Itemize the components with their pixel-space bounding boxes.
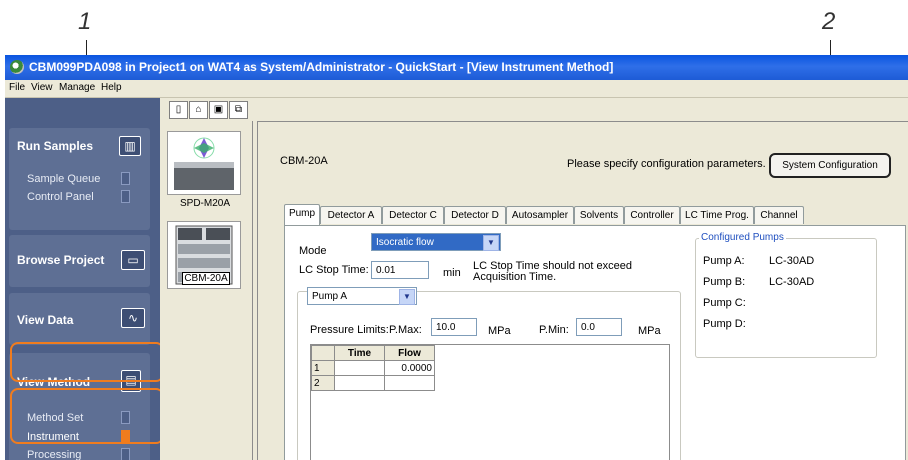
system-configuration-button[interactable]: System Configuration: [769, 153, 891, 178]
lc-stop-time-note: LC Stop Time should not exceed Acquisiti…: [473, 260, 632, 283]
instrument-list: SPD-M20A CBM-20A: [160, 121, 253, 460]
table-header-row: Time Flow: [311, 345, 435, 361]
lc-stop-time-input[interactable]: 0.01: [371, 261, 429, 279]
nav-view-data-label: View Data: [17, 313, 74, 327]
pmax-label: P.Max:: [389, 324, 422, 336]
time-cell[interactable]: [334, 360, 385, 376]
menu-help[interactable]: Help: [101, 82, 122, 93]
pump-a-value: LC-30AD: [769, 255, 815, 267]
time-program-table: Time Flow 1 0.0000 2: [311, 345, 435, 391]
app-icon: [10, 60, 24, 74]
vials-icon: ▥: [119, 136, 141, 156]
config-prompt: Please specify configuration parameters.: [567, 158, 766, 170]
pmin-label: P.Min:: [539, 324, 569, 336]
nav-item-processing[interactable]: Processing: [27, 449, 81, 460]
corner-cell: [311, 345, 335, 361]
tab-autosampler[interactable]: Autosampler: [506, 206, 574, 224]
tab-detector-a[interactable]: Detector A: [320, 206, 382, 224]
mode-select[interactable]: Isocratic flow ▼: [371, 233, 501, 251]
flow-cell[interactable]: 0.0000: [384, 360, 435, 376]
pressure-limits-label: Pressure Limits:: [310, 324, 389, 336]
menu-bar: File View Manage Help: [5, 80, 908, 98]
pump-tab-panel: Mode Isocratic flow ▼ LC Stop Time: 0.01…: [284, 225, 906, 460]
tab-lc-time-prog[interactable]: LC Time Prog.: [680, 206, 754, 224]
nav-browse-project-label: Browse Project: [17, 253, 105, 267]
menu-manage[interactable]: Manage: [59, 82, 95, 93]
nav-run-samples[interactable]: Run Samples ▥ Sample Queue Control Panel: [9, 128, 150, 230]
tab-controller[interactable]: Controller: [624, 206, 680, 224]
pump-b-value: LC-30AD: [769, 276, 815, 288]
mode-value: Isocratic flow: [376, 237, 434, 248]
new-file-icon[interactable]: ▯: [169, 101, 188, 119]
folder-icon: ▭: [121, 250, 145, 270]
instrument-label-spd-m20a[interactable]: SPD-M20A: [166, 198, 244, 209]
pmax-input[interactable]: 10.0: [431, 318, 477, 336]
pump-chevron-down-icon[interactable]: ▼: [399, 289, 415, 305]
pmin-input[interactable]: 0.0: [576, 318, 622, 336]
lc-stop-time-unit: min: [443, 267, 461, 279]
open-folder-icon[interactable]: ⌂: [189, 101, 208, 119]
nav-item-control-panel[interactable]: Control Panel: [27, 191, 94, 203]
spd-m20a-device-icon: [174, 137, 234, 190]
table-row: 2: [311, 375, 435, 391]
instrument-label-cbm-20a[interactable]: CBM-20A: [182, 272, 230, 285]
nav-view-data[interactable]: View Data ∿: [9, 293, 150, 345]
application-window: CBM099PDA098 in Project1 on WAT4 as Syst…: [5, 55, 908, 460]
tab-detector-c[interactable]: Detector C: [382, 206, 444, 224]
instrument-highlight: [10, 388, 164, 444]
lc-stop-time-label: LC Stop Time:: [299, 264, 369, 276]
processing-indicator: [121, 448, 130, 460]
chevron-down-icon[interactable]: ▼: [483, 235, 499, 251]
pump-b-label: Pump B:: [703, 276, 746, 288]
tab-channel[interactable]: Channel: [754, 206, 804, 224]
callout-1: 1: [78, 8, 92, 35]
pump-select[interactable]: Pump A ▼: [307, 287, 417, 305]
spd-m20a-image[interactable]: [167, 131, 241, 195]
save-all-icon[interactable]: ⧉: [229, 101, 248, 119]
menu-file[interactable]: File: [9, 82, 25, 93]
pump-a-label: Pump A:: [703, 255, 745, 267]
pmin-unit: MPa: [638, 325, 661, 337]
chromatogram-icon: ∿: [121, 308, 145, 328]
table-row: 1 0.0000: [311, 360, 435, 376]
tab-solvents[interactable]: Solvents: [574, 206, 624, 224]
title-bar: CBM099PDA098 in Project1 on WAT4 as Syst…: [5, 55, 908, 80]
toolbar: ▯ ⌂ ▣ ⧉: [160, 98, 908, 120]
navigation-panel: Run Samples ▥ Sample Queue Control Panel…: [5, 98, 164, 460]
callout-2: 2: [822, 8, 836, 35]
window-title: CBM099PDA098 in Project1 on WAT4 as Syst…: [29, 60, 614, 74]
nav-run-samples-label: Run Samples: [17, 139, 94, 153]
sample-queue-indicator: [121, 172, 130, 185]
configured-pumps-title: Configured Pumps: [699, 232, 786, 243]
tab-detector-d[interactable]: Detector D: [444, 206, 506, 224]
menu-view[interactable]: View: [31, 82, 53, 93]
pump-d-label: Pump D:: [703, 318, 746, 330]
nav-item-sample-queue[interactable]: Sample Queue: [27, 173, 100, 185]
save-icon[interactable]: ▣: [209, 101, 228, 119]
tab-pump[interactable]: Pump: [284, 204, 320, 225]
view-method-highlight: [10, 342, 164, 382]
column-header-flow: Flow: [384, 345, 435, 361]
column-header-time: Time: [334, 345, 385, 361]
row-number: 2: [311, 375, 335, 391]
flow-cell[interactable]: [384, 375, 435, 391]
module-name: CBM-20A: [280, 155, 328, 167]
mode-label: Mode: [299, 245, 327, 257]
time-cell[interactable]: [334, 375, 385, 391]
control-panel-indicator: [121, 190, 130, 203]
row-number: 1: [311, 360, 335, 376]
pmax-unit: MPa: [488, 325, 511, 337]
pump-c-label: Pump C:: [703, 297, 746, 309]
nav-browse-project[interactable]: Browse Project ▭: [9, 235, 150, 287]
pump-select-value: Pump A: [312, 291, 348, 302]
